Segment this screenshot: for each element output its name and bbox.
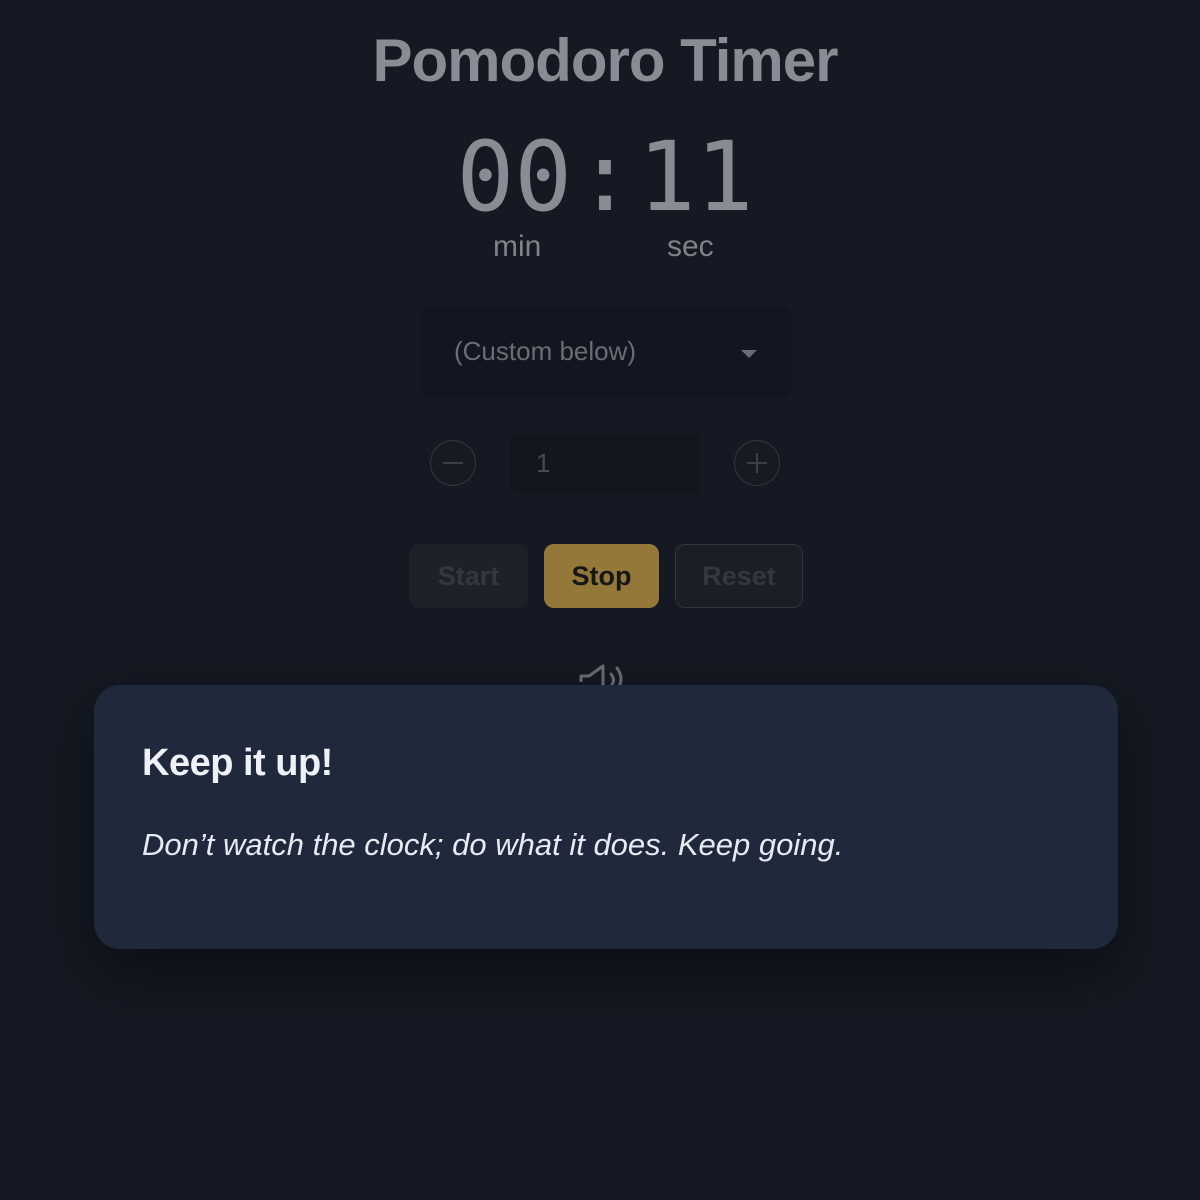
increment-button[interactable] [734, 440, 780, 486]
chevron-down-icon [741, 350, 757, 358]
timer-minutes: 00 [456, 121, 573, 233]
timer-separator: : [576, 121, 634, 233]
start-button[interactable]: Start [409, 544, 528, 608]
page-title: Pomodoro Timer [372, 27, 839, 94]
minutes-unit-label: min [493, 230, 542, 263]
stop-button[interactable]: Stop [544, 544, 659, 608]
dialog-message: Don’t watch the clock; do what it does. … [142, 827, 844, 862]
reset-button[interactable]: Reset [675, 544, 803, 608]
preset-select[interactable]: (Custom below) [419, 305, 791, 399]
seconds-unit-label: sec [667, 230, 714, 263]
preset-selected-value: (Custom below) [454, 336, 637, 366]
decrement-button[interactable] [430, 440, 476, 486]
timer-seconds: 11 [637, 121, 754, 233]
custom-minutes-input[interactable] [510, 433, 701, 494]
motivation-dialog: Keep it up! Don’t watch the clock; do wh… [94, 685, 1118, 949]
timer-display: 00:11 [0, 122, 1200, 232]
pomodoro-page: Pomodoro Timer 00:11 min sec (Custom bel… [0, 0, 1200, 1200]
dialog-title: Keep it up! [142, 742, 333, 784]
